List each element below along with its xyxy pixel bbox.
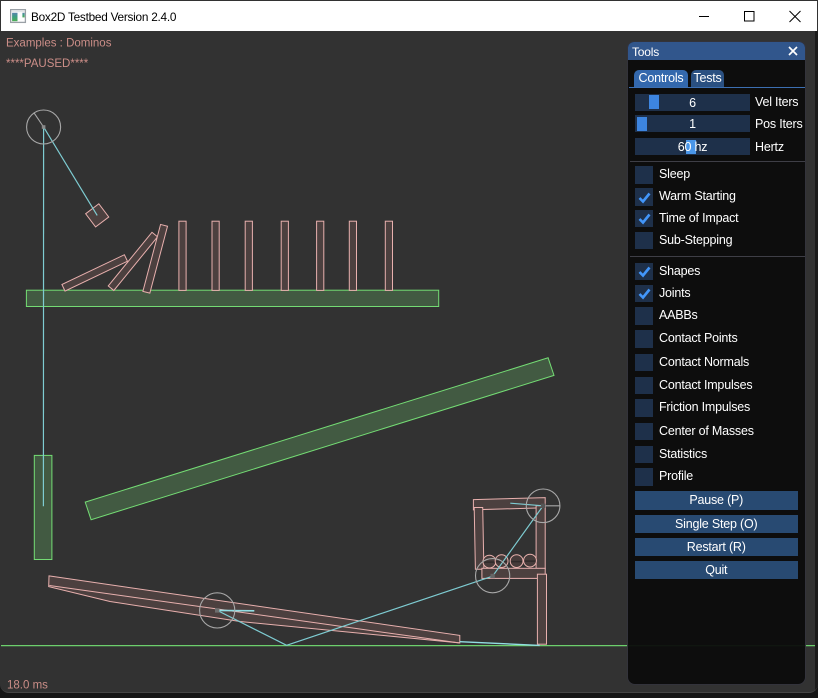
svg-text:Examples : Dominos: Examples : Dominos [6, 37, 112, 49]
svg-text:****PAUSED****: ****PAUSED**** [6, 58, 89, 70]
svg-text:18.0 ms: 18.0 ms [7, 680, 48, 692]
